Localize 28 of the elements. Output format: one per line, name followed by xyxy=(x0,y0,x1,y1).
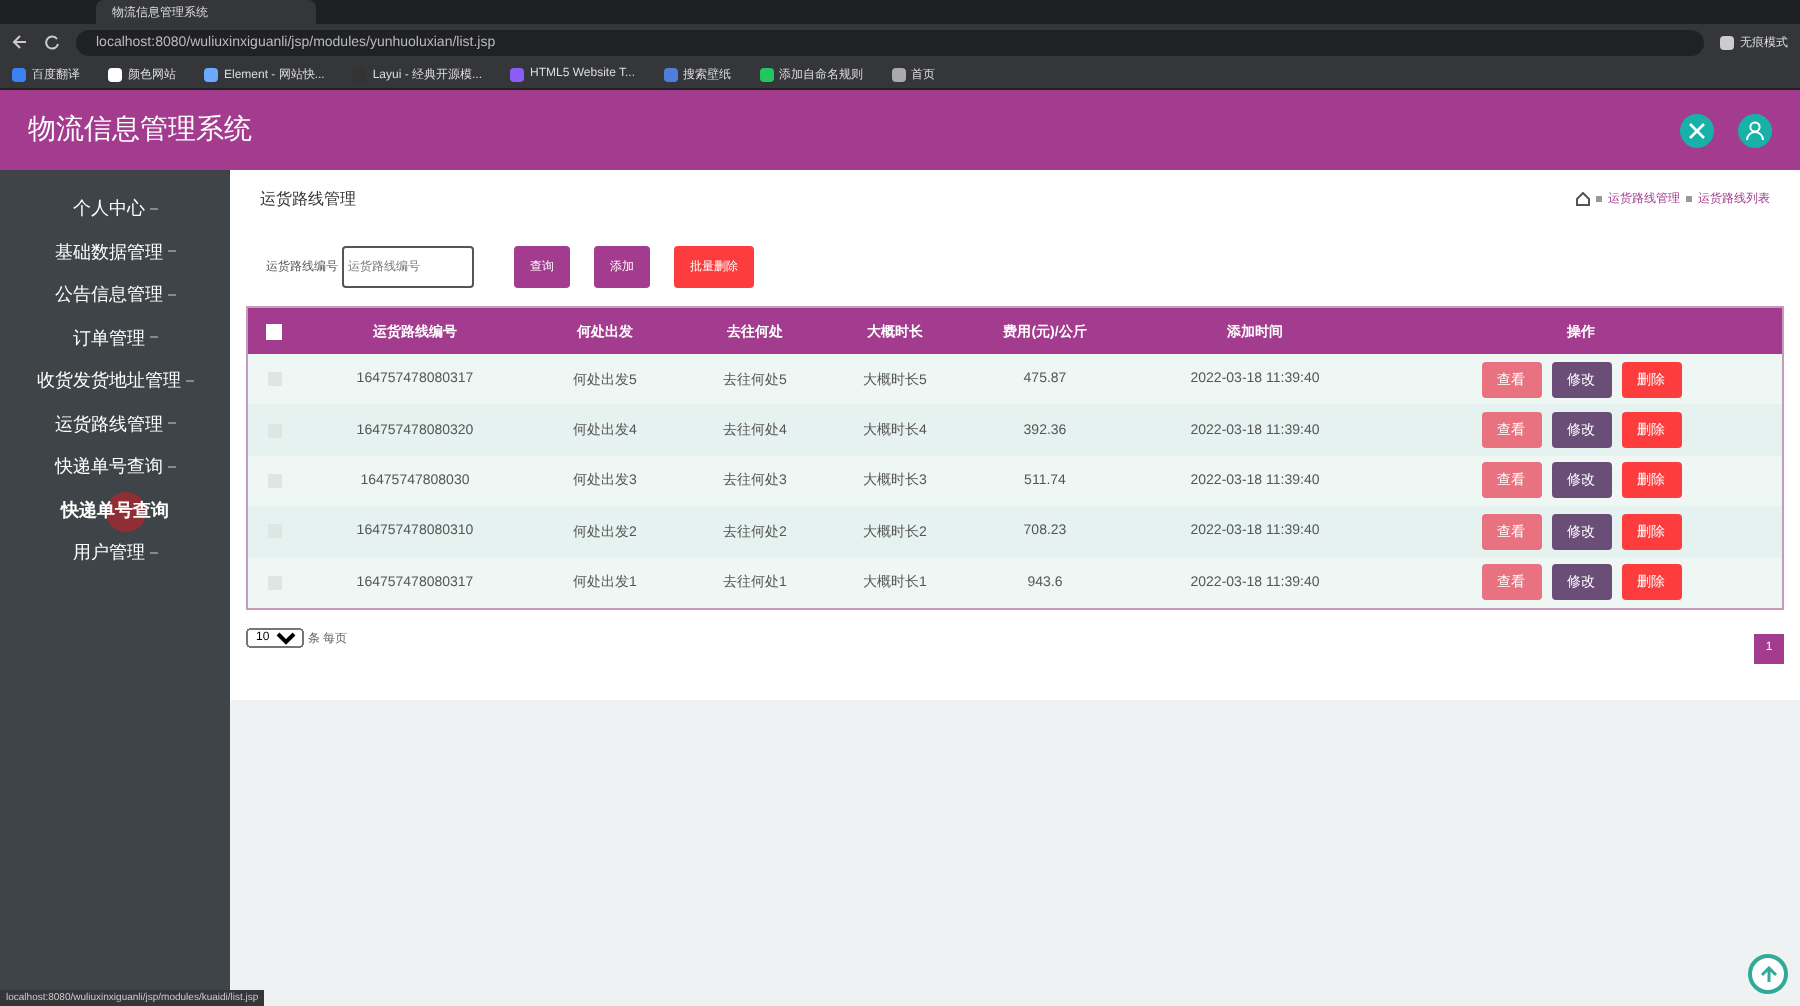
arrow-up-icon xyxy=(1759,965,1777,983)
sidebar-item[interactable]: 订单管理 xyxy=(73,317,157,360)
dash-icon xyxy=(185,379,193,384)
sidebar-item[interactable]: 运货路线管理 xyxy=(55,403,175,446)
sidebar-item[interactable]: 快递单号查询 xyxy=(55,446,175,489)
sidebar-item[interactable]: 基础数据管理 xyxy=(55,231,175,274)
back-to-top-button[interactable] xyxy=(1748,954,1788,994)
separator-icon xyxy=(1596,196,1602,202)
dash-icon xyxy=(149,336,157,341)
dash-icon xyxy=(167,293,175,298)
sidebar-item[interactable]: 快递单号查询 xyxy=(61,489,169,532)
sidebar-item[interactable]: 收货发货地址管理 xyxy=(37,360,193,403)
dash-icon xyxy=(149,551,157,556)
app-title: 物流信息管理系统 xyxy=(28,112,252,148)
dash-icon xyxy=(149,207,157,212)
sidebar-item[interactable]: 公告信息管理 xyxy=(55,274,175,317)
home-icon[interactable] xyxy=(1576,192,1590,206)
dash-icon xyxy=(167,465,175,470)
sidebar-item[interactable]: 用户管理 xyxy=(73,532,157,575)
reload-icon[interactable] xyxy=(44,34,60,50)
separator-icon xyxy=(1686,196,1692,202)
sidebar-item[interactable]: 个人中心 xyxy=(73,188,157,231)
user-icon[interactable] xyxy=(1738,113,1772,147)
dash-icon xyxy=(167,422,175,427)
back-icon[interactable] xyxy=(12,34,28,50)
select-all-checkbox[interactable] xyxy=(266,323,282,339)
page-title: 运货路线管理 xyxy=(260,188,356,210)
dash-icon xyxy=(167,250,175,255)
